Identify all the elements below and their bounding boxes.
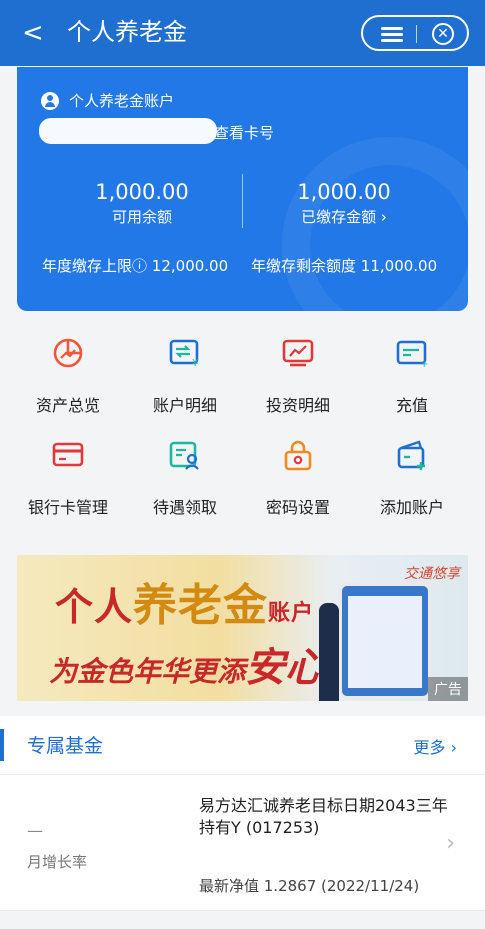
grid-item-password-setting[interactable]: 密码设置: [238, 432, 358, 518]
banner-text-a: 个人: [55, 584, 134, 629]
available-amount: 1,000.00: [95, 180, 189, 204]
grid-item-bank-card[interactable]: 银行卡管理: [8, 432, 128, 518]
annual-remaining-value: 11,000.00: [360, 257, 438, 275]
banner-slogan-b: 安心: [245, 644, 326, 691]
app-header: < 个人养老金 ✕: [0, 0, 485, 66]
grid-label: 账户明细: [152, 396, 217, 415]
grid-item-asset-overview[interactable]: 资产总览: [8, 330, 128, 416]
monthly-growth-label: 月增长率: [27, 853, 88, 871]
grid-label: 投资明细: [265, 396, 330, 415]
transfer-detail-icon: ¥: [168, 336, 202, 370]
page-title: 个人养老金: [67, 18, 187, 46]
section-accent-bar: [0, 729, 4, 761]
annual-limit-value: 12,000.00: [151, 257, 229, 275]
ad-banner[interactable]: 个人养老金账户 为金色年华更添安心 交通悠享 广告: [17, 555, 468, 701]
available-label: 可用余额: [111, 208, 172, 226]
account-user-icon: [41, 92, 59, 110]
pie-chart-icon: [51, 336, 85, 370]
masked-card-number: [39, 118, 217, 144]
banner-person-image: [319, 603, 339, 701]
grid-label: 充值: [395, 396, 428, 415]
grid-label: 银行卡管理: [27, 498, 108, 517]
banner-phone-image: [339, 583, 431, 699]
account-card: 个人养老金账户 查看卡号 1,000.00 可用余额 1,000.00 已缴存金…: [17, 67, 468, 311]
fund-section-title: 专属基金: [27, 735, 104, 757]
monthly-growth-value: —: [27, 821, 43, 840]
banner-slogan: 为金色年华更添安心: [49, 635, 325, 693]
grid-label: 添加账户: [379, 498, 444, 517]
banner-slogan-a: 为金色年华更添: [49, 655, 246, 688]
annual-remaining: 年缴存剩余额度 11,000.00: [251, 255, 437, 276]
account-title: 个人养老金账户: [69, 92, 175, 110]
banner-text-c: 账户: [268, 600, 315, 626]
menu-icon[interactable]: [381, 25, 403, 43]
fund-nav: 最新净值 1.2867 (2022/11/24): [199, 877, 420, 895]
add-wallet-icon: [395, 438, 429, 472]
benefit-receive-icon: [168, 438, 202, 472]
grid-label: 密码设置: [265, 498, 330, 517]
more-funds-link[interactable]: 更多 ›: [414, 734, 458, 758]
annual-limit-label: 年度缴存上限ⓘ: [42, 257, 148, 275]
back-button[interactable]: <: [22, 18, 48, 48]
available-balance: 1,000.00 可用余额: [62, 179, 222, 227]
recharge-card-icon: +: [395, 336, 429, 370]
close-icon[interactable]: ✕: [432, 23, 454, 45]
ad-tag: 广告: [428, 677, 468, 701]
banner-headline: 个人养老金账户: [55, 569, 314, 633]
grid-item-account-detail[interactable]: ¥ 账户明细: [125, 330, 245, 416]
bank-card-icon: [51, 438, 85, 472]
grid-item-add-account[interactable]: 添加账户: [352, 432, 472, 518]
capsule-divider: [416, 25, 417, 43]
mini-program-capsule: ✕: [361, 15, 469, 51]
grid-label: 待遇领取: [152, 498, 217, 517]
annual-remaining-label: 年缴存剩余额度: [251, 257, 357, 275]
banner-logo: 交通悠享: [404, 566, 460, 582]
grid-item-recharge[interactable]: + 充值: [352, 330, 472, 416]
balance-divider: [242, 174, 243, 228]
fund-item[interactable]: — 月增长率 易方达汇诚养老目标日期2043三年持有Y (017253) 最新净…: [0, 775, 485, 911]
grid-item-benefit-receive[interactable]: 待遇领取: [125, 432, 245, 518]
password-lock-icon: [281, 438, 315, 472]
fund-section-header: 专属基金 更多 ›: [0, 716, 485, 775]
fund-name: 易方达汇诚养老目标日期2043三年持有Y (017253): [199, 796, 448, 837]
paid-label: 已缴存金额 ›: [301, 208, 387, 226]
grid-item-investment-detail[interactable]: 投资明细: [238, 330, 358, 416]
annual-limit[interactable]: 年度缴存上限ⓘ 12,000.00: [42, 255, 228, 276]
grid-label: 资产总览: [35, 396, 100, 415]
view-card-number-link[interactable]: 查看卡号: [214, 122, 274, 143]
banner-text-b: 养老金: [133, 580, 269, 631]
chevron-right-icon: ›: [446, 831, 455, 856]
paid-amount: 1,000.00: [297, 180, 391, 204]
paid-amount-block[interactable]: 1,000.00 已缴存金额 ›: [264, 179, 424, 227]
svg-text:+: +: [420, 359, 428, 370]
investment-chart-icon: [281, 336, 315, 370]
svg-text:¥: ¥: [192, 358, 198, 369]
